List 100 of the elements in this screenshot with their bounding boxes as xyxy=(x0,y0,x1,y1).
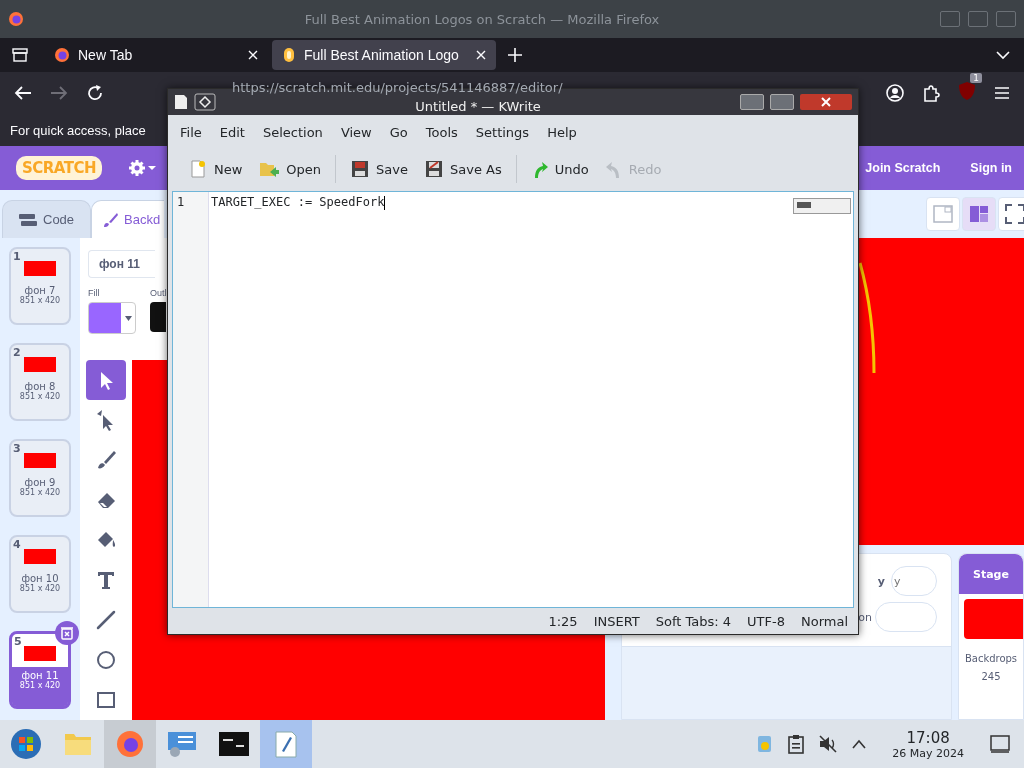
circle-icon xyxy=(94,648,118,672)
menu-item[interactable]: Selection xyxy=(254,120,331,144)
toolbar-button[interactable]: Open xyxy=(252,155,328,183)
header-link[interactable]: Sign in xyxy=(970,161,1012,175)
firefox-icon xyxy=(8,11,24,27)
chevron-down-icon[interactable] xyxy=(996,50,1010,60)
text-editor[interactable]: 1 TARGET_EXEC := SpeedFork xyxy=(172,191,854,608)
status-item[interactable]: INSERT xyxy=(593,613,640,629)
backdrop-thumbnail xyxy=(24,549,56,564)
backdrop-size: 851 x 420 xyxy=(19,488,61,497)
firefox-icon[interactable] xyxy=(115,729,145,759)
puzzle-piece-icon[interactable] xyxy=(922,84,940,102)
status-item[interactable]: Normal xyxy=(800,613,848,629)
toolbar-button[interactable]: Save As xyxy=(418,155,508,183)
menu-item[interactable]: Help xyxy=(539,120,585,144)
clock-time: 17:08 xyxy=(906,728,950,747)
caret-up-icon[interactable] xyxy=(852,739,867,749)
editor-tab[interactable]: Code xyxy=(2,200,92,238)
browser-tab[interactable]: Full Best Animation Logo xyxy=(272,40,496,70)
close-icon xyxy=(821,97,831,107)
count-badge: 1 xyxy=(970,73,982,83)
browser-tab[interactable]: New Tab xyxy=(44,40,268,70)
toolbar-button[interactable]: Save xyxy=(344,155,414,183)
menu-item[interactable]: File xyxy=(172,120,210,144)
backdrop-thumbnail xyxy=(24,453,56,468)
muted-speaker-icon[interactable] xyxy=(818,734,839,754)
backdrop-size: 851 x 420 xyxy=(19,584,61,593)
clipboard-icon[interactable] xyxy=(788,734,805,754)
reload-icon[interactable] xyxy=(86,84,104,102)
y-field[interactable]: y xyxy=(891,566,937,596)
start-orb-icon[interactable] xyxy=(10,728,42,760)
paintbrush-icon xyxy=(102,211,119,228)
menu-item[interactable]: View xyxy=(332,120,380,144)
status-item[interactable]: Soft Tabs: 4 xyxy=(655,613,732,629)
status-item[interactable]: UTF-8 xyxy=(747,613,785,629)
forward-arrow-icon[interactable] xyxy=(50,85,68,101)
window-title: Full Best Animation Logos on Scratch — Mozilla Firefox xyxy=(303,11,661,27)
tab-list-icon[interactable] xyxy=(12,48,28,62)
direction-field[interactable] xyxy=(875,602,937,632)
trash-icon[interactable] xyxy=(55,621,79,645)
fill-color-picker[interactable] xyxy=(88,302,136,334)
gear-icon[interactable] xyxy=(128,159,157,177)
backdrop-number: 3 xyxy=(13,442,21,455)
header-link[interactable]: Join Scratch xyxy=(865,161,941,175)
monitor-icon[interactable] xyxy=(166,729,198,759)
new-tab-icon[interactable] xyxy=(508,48,522,62)
clock[interactable]: 17:08 26 May 2024 xyxy=(892,728,964,760)
notepad-icon[interactable] xyxy=(174,94,188,110)
backdrop-name: фон 7 xyxy=(24,285,56,296)
code-blocks-icon xyxy=(19,212,37,227)
new-file-icon xyxy=(188,159,208,179)
terminal-icon[interactable] xyxy=(218,731,250,757)
shield-icon[interactable] xyxy=(958,81,976,101)
close-icon[interactable] xyxy=(476,50,486,60)
minimap[interactable] xyxy=(793,198,851,214)
menu-item[interactable]: Settings xyxy=(467,120,538,144)
notepad-icon[interactable] xyxy=(272,729,300,759)
stage-size-button[interactable] xyxy=(962,197,996,231)
backdrop-size: 851 x 420 xyxy=(19,681,61,690)
close-button[interactable] xyxy=(800,94,852,110)
menu-item[interactable]: Go xyxy=(381,120,416,144)
caret-icon xyxy=(124,315,132,321)
backdrop-number: 2 xyxy=(13,346,21,359)
bookmarks-hint: For quick access, place xyxy=(10,122,146,138)
menu-item[interactable]: Edit xyxy=(211,120,253,144)
expand-arrows-icon xyxy=(1003,202,1024,226)
select-tool[interactable] xyxy=(86,360,126,400)
backdrop-number: 5 xyxy=(14,635,22,648)
backdrop-item[interactable]: 1 фон 7 851 x 420 xyxy=(9,247,71,325)
fullscreen-button[interactable] xyxy=(998,197,1024,231)
close-icon[interactable] xyxy=(248,50,258,60)
outline-color-picker[interactable] xyxy=(150,302,166,332)
window-title: Untitled * — KWrite xyxy=(415,100,541,114)
editor-tab[interactable]: Backd xyxy=(91,200,165,238)
stage-thumbnail[interactable] xyxy=(964,599,1023,639)
stage-header: Stage xyxy=(959,554,1023,594)
back-arrow-icon[interactable] xyxy=(14,85,32,101)
backdrop-name: фон 9 xyxy=(24,477,56,488)
show-desktop-icon[interactable] xyxy=(990,735,1010,753)
toolbar-button[interactable]: New xyxy=(182,155,249,183)
code-line: TARGET_EXEC := SpeedFork xyxy=(211,195,385,209)
menu-item[interactable]: Tools xyxy=(417,120,466,144)
backdrop-thumbnail xyxy=(24,646,56,661)
backdrop-item[interactable]: 2 фон 8 851 x 420 xyxy=(9,343,71,421)
toolbar-button[interactable]: Undo xyxy=(524,155,595,183)
backdrop-name-field[interactable]: фон 11 xyxy=(88,250,155,278)
backdrop-item[interactable]: 4 фон 10 851 x 420 xyxy=(9,535,71,613)
fill-label: Fill xyxy=(88,288,101,298)
backdrop-size: 851 x 420 xyxy=(19,296,61,305)
direction-label: on xyxy=(858,610,872,624)
y-label: y xyxy=(877,574,885,588)
url-text[interactable]: https://scratch.mit.edu/projects/541146887/editor/ xyxy=(232,81,563,95)
backdrop-item[interactable]: 5 фон 11 851 x 420 xyxy=(9,631,71,709)
menu-icon[interactable] xyxy=(994,86,1010,100)
outline-label: Outl xyxy=(150,288,167,298)
backdrop-name: фон 10 xyxy=(21,573,59,584)
backdrop-number: 1 xyxy=(13,250,21,263)
account-icon[interactable] xyxy=(886,84,904,102)
status-item[interactable]: 1:25 xyxy=(548,613,578,629)
backdrop-item[interactable]: 3 фон 9 851 x 420 xyxy=(9,439,71,517)
